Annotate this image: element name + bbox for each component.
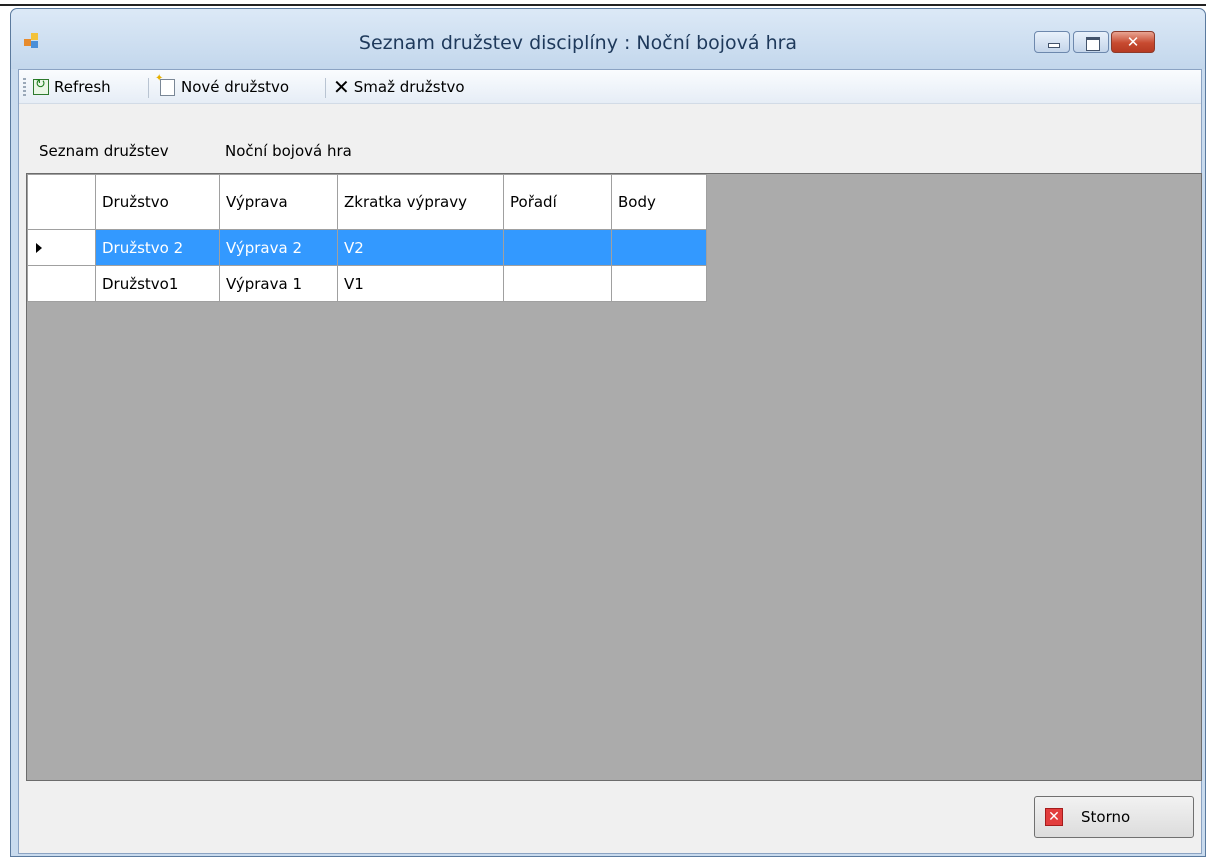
row-header-corner[interactable] (27, 174, 96, 230)
teams-grid[interactable]: Družstvo Výprava Zkratka výpravy Pořadí … (26, 173, 1202, 781)
column-header-body[interactable]: Body (611, 174, 707, 230)
cell-body[interactable] (611, 265, 707, 302)
refresh-button[interactable]: Refresh (33, 76, 111, 98)
cell-druzstvo[interactable]: Družstvo 2 (95, 229, 220, 266)
refresh-icon (33, 77, 49, 95)
cell-zkratka[interactable]: V2 (337, 229, 504, 266)
cell-poradi[interactable] (503, 229, 612, 266)
cancel-button[interactable]: ✕ Storno (1034, 796, 1194, 838)
close-button[interactable]: ✕ (1111, 31, 1155, 53)
toolbar-separator (325, 78, 326, 98)
new-team-button[interactable]: Nové družstvo (155, 73, 290, 98)
cell-zkratka[interactable]: V1 (337, 265, 504, 302)
cell-vyprava[interactable]: Výprava 2 (219, 229, 338, 266)
cancel-label: Storno (1081, 808, 1131, 826)
table-row[interactable]: Družstvo 2 Výprava 2 V2 (27, 229, 707, 266)
row-header[interactable] (27, 229, 96, 266)
window-title: Seznam družstev disciplíny : Noční bojov… (358, 32, 798, 54)
team-list-label: Seznam družstev (39, 142, 169, 160)
cell-druzstvo[interactable]: Družstvo1 (95, 265, 220, 302)
toolbar: Refresh Nové družstvo ✕ Smaž družstvo (19, 70, 1201, 104)
delete-team-button[interactable]: ✕ Smaž družstvo (333, 76, 465, 98)
column-header-poradi[interactable]: Pořadí (503, 174, 612, 230)
new-document-icon (155, 73, 175, 96)
toolbar-grip[interactable] (23, 78, 26, 98)
close-icon: ✕ (1126, 33, 1140, 51)
discipline-name-label: Noční bojová hra (225, 142, 352, 160)
current-row-arrow-icon (36, 242, 42, 253)
title-bar[interactable]: Seznam družstev disciplíny : Noční bojov… (11, 9, 1205, 69)
new-team-label: Nové družstvo (181, 78, 290, 96)
cell-vyprava[interactable]: Výprava 1 (219, 265, 338, 302)
maximize-button[interactable] (1073, 31, 1109, 53)
minimize-button[interactable] (1034, 31, 1070, 53)
client-area: Refresh Nové družstvo ✕ Smaž družstvo Se… (18, 69, 1202, 854)
column-header-zkratka[interactable]: Zkratka výpravy (337, 174, 504, 230)
delete-team-label: Smaž družstvo (353, 78, 465, 96)
cell-poradi[interactable] (503, 265, 612, 302)
table-row[interactable]: Družstvo1 Výprava 1 V1 (27, 265, 707, 302)
column-header-druzstvo[interactable]: Družstvo (95, 174, 220, 230)
row-header[interactable] (27, 265, 96, 302)
cell-body[interactable] (611, 229, 707, 266)
dialog-window: Seznam družstev disciplíny : Noční bojov… (10, 8, 1206, 857)
column-header-vyprava[interactable]: Výprava (219, 174, 338, 230)
delete-icon: ✕ (333, 75, 350, 99)
cancel-icon: ✕ (1045, 808, 1063, 826)
screen-top-line (0, 4, 1206, 6)
table-header-row: Družstvo Výprava Zkratka výpravy Pořadí … (27, 174, 707, 230)
refresh-label: Refresh (54, 78, 111, 96)
toolbar-separator (148, 78, 149, 98)
teams-table: Družstvo Výprava Zkratka výpravy Pořadí … (27, 174, 707, 302)
